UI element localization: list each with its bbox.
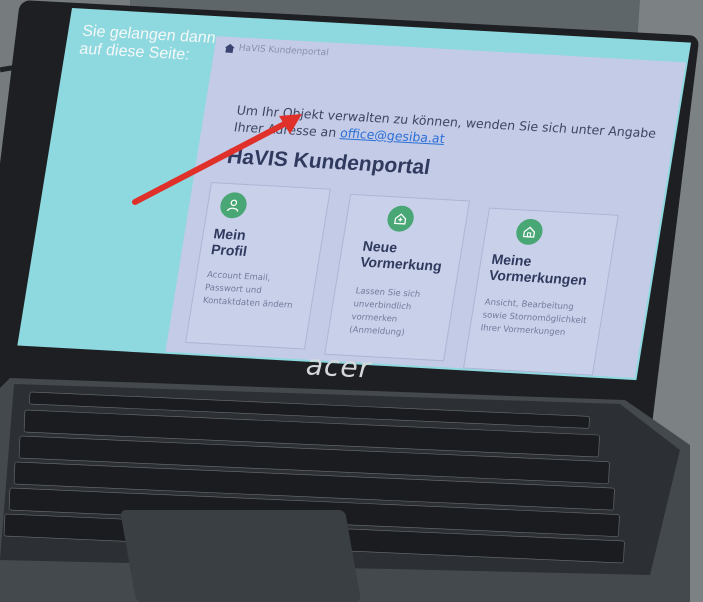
photo-scene: Sie gelangen dann auf diese Seite: HaVIS…: [0, 0, 703, 602]
laptop-base: [0, 378, 690, 602]
touchpad: [120, 510, 361, 602]
